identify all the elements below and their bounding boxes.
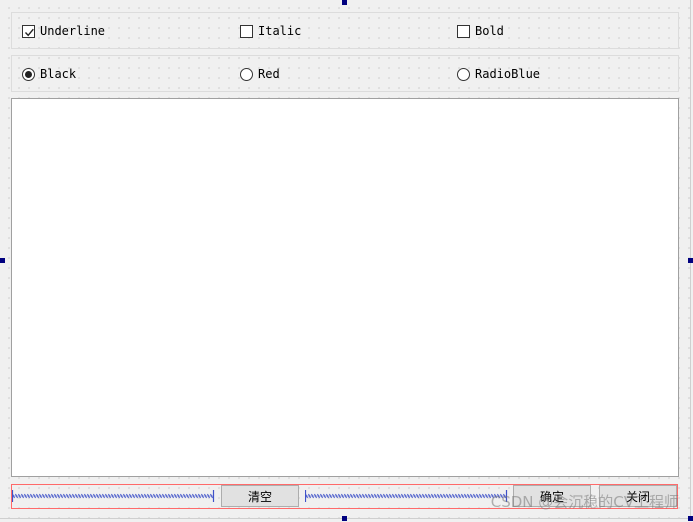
radio-circle (240, 67, 253, 81)
left-horizontal-spacer (12, 490, 215, 502)
selection-handle-top[interactable] (342, 0, 347, 5)
selection-handle-left[interactable] (0, 258, 5, 263)
clear-button[interactable]: 清空 (221, 485, 299, 507)
radio-circle (22, 67, 35, 81)
color-options-group (11, 55, 679, 92)
italic-label: Italic (258, 24, 302, 38)
selection-handle-bottom-right[interactable] (688, 516, 693, 521)
blue-radio[interactable]: RadioBlue (457, 66, 540, 82)
underline-label: Underline (40, 24, 106, 38)
red-label: Red (258, 67, 280, 81)
blue-label: RadioBlue (475, 67, 541, 81)
underline-checkbox[interactable]: Underline (22, 23, 105, 39)
bold-checkbox[interactable]: Bold (457, 23, 504, 39)
close-button[interactable]: 关闭 (599, 485, 677, 507)
check-icon (24, 28, 34, 36)
checkbox-box (457, 24, 470, 38)
black-radio[interactable]: Black (22, 66, 76, 82)
red-radio[interactable]: Red (240, 66, 280, 82)
style-options-group (11, 12, 679, 49)
black-label: Black (40, 67, 77, 81)
selection-handle-bottom[interactable] (342, 516, 347, 521)
radio-selected-dot (25, 70, 32, 78)
checkbox-box (240, 24, 253, 38)
italic-checkbox[interactable]: Italic (240, 23, 301, 39)
bold-label: Bold (475, 24, 504, 38)
text-edit-area[interactable] (11, 98, 679, 477)
checkbox-box (22, 24, 35, 38)
radio-circle (457, 67, 470, 81)
ok-button[interactable]: 确定 (513, 485, 591, 507)
right-horizontal-spacer (305, 490, 508, 502)
selection-handle-right[interactable] (688, 258, 693, 263)
